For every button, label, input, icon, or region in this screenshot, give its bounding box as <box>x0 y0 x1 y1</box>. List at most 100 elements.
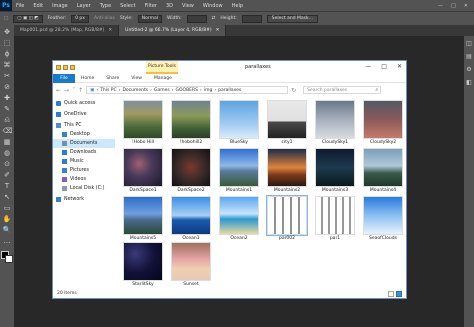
nav-item-music[interactable]: Music <box>53 157 115 166</box>
refresh-icon[interactable]: ↻ <box>291 87 296 94</box>
nav-item-videos[interactable]: Videos <box>53 175 115 184</box>
nav-item-local-disk-c[interactable]: Local Disk (C:) <box>53 184 115 193</box>
menu-view[interactable]: View <box>182 3 194 9</box>
background-color-swatch[interactable] <box>5 255 13 263</box>
tab-manage[interactable]: Manage <box>148 76 178 81</box>
crop-tool-icon[interactable]: ✂ <box>3 72 12 81</box>
minimize-icon[interactable]: — <box>365 63 371 70</box>
style-select[interactable]: Normal <box>137 14 163 23</box>
healing-tool-icon[interactable]: ✚ <box>3 94 12 103</box>
folder-icon[interactable] <box>56 65 61 70</box>
swap-icon[interactable]: ⇄ <box>212 16 216 21</box>
tab-file[interactable]: File <box>53 73 75 83</box>
maximize-icon[interactable]: □ <box>451 3 456 9</box>
brush-tool-icon[interactable]: ✎ <box>3 105 12 114</box>
breadcrumb-this-pc[interactable]: This PC <box>100 88 116 93</box>
file-tile[interactable]: Ocean2 <box>217 196 261 241</box>
rectangle-tool-icon[interactable]: ▭ <box>3 204 12 213</box>
menu-help[interactable]: Help <box>232 3 243 9</box>
path-select-tool-icon[interactable]: ↖ <box>3 193 12 202</box>
panel-icon[interactable]: ▤ <box>466 53 472 60</box>
recent-chevron-icon[interactable]: ˅ <box>72 87 75 94</box>
menu-filter[interactable]: Filter <box>145 3 157 9</box>
tab-untitled-2[interactable]: Untitled-2 @ 66.7% (Layer 4, RGB/8#) ✕ <box>119 25 227 36</box>
close-icon[interactable]: ✕ <box>397 63 402 70</box>
breadcrumb-documents[interactable]: Documents <box>122 88 148 93</box>
color-swatches[interactable] <box>1 251 13 263</box>
large-icons-view-icon[interactable] <box>396 290 402 297</box>
width-input[interactable] <box>186 14 207 23</box>
breadcrumb-games[interactable]: Games <box>154 88 170 93</box>
forward-arrow-icon[interactable]: → <box>64 87 69 94</box>
file-tile[interactable]: StarlitSky <box>121 242 165 287</box>
panel-icon[interactable]: ◧ <box>466 79 472 86</box>
picture-tools-tab[interactable]: Picture Tools <box>146 61 178 74</box>
nav-item-quick-access[interactable]: Quick access <box>53 99 115 108</box>
panel-icon[interactable]: ⚙ <box>466 66 471 73</box>
marquee-tool-icon[interactable]: ⬚ <box>3 39 12 48</box>
file-tile[interactable]: BlueSky <box>217 100 261 145</box>
panel-icon[interactable]: ◫ <box>466 40 472 47</box>
file-tile[interactable]: Ocean1 <box>169 196 213 241</box>
breadcrumb-goobers[interactable]: GOOBERS <box>176 88 199 93</box>
up-arrow-icon[interactable]: ↑ <box>78 87 83 94</box>
feather-input[interactable]: 0 px <box>71 14 89 23</box>
nav-item-pictures[interactable]: Pictures <box>53 166 115 175</box>
nav-item-this-pc[interactable]: This PC <box>53 121 115 130</box>
file-tile[interactable]: Mountains2 <box>265 148 309 193</box>
gradient-tool-icon[interactable]: ▦ <box>3 138 12 147</box>
nav-item-onedrive[interactable]: OneDrive <box>53 110 115 119</box>
height-input[interactable] <box>241 14 262 23</box>
file-tile[interactable]: Mountains1 <box>217 148 261 193</box>
maximize-icon[interactable]: □ <box>381 63 387 70</box>
history-brush-tool-icon[interactable]: ⎌ <box>3 116 12 125</box>
details-view-icon[interactable] <box>388 290 394 297</box>
menu-3d[interactable]: 3D <box>166 3 173 9</box>
file-tile[interactable]: DarkSpace1 <box>121 148 165 193</box>
lasso-tool-icon[interactable]: ϕ <box>3 50 12 59</box>
file-tile[interactable]: SeaofClouds <box>361 196 405 241</box>
file-tile[interactable]: CloudySky2 <box>361 100 405 145</box>
hand-tool-icon[interactable]: ✋ <box>3 215 12 224</box>
file-tile[interactable]: Mountains4 <box>361 148 405 193</box>
file-tile[interactable]: !hobohill2 <box>169 100 213 145</box>
tab-map001[interactable]: Map001.psd @ 28.2% (Map, RGB/8#) ✕ <box>14 25 120 36</box>
menu-file[interactable]: File <box>16 3 24 9</box>
file-tile[interactable]: par002 <box>265 195 309 241</box>
menu-type[interactable]: Type <box>100 3 111 9</box>
tab-close-icon[interactable]: ✕ <box>216 28 220 33</box>
file-tile[interactable]: !Hobo Hill <box>121 100 165 145</box>
close-icon[interactable]: ✕ <box>464 3 468 9</box>
nav-item-network[interactable]: Network <box>53 195 115 204</box>
eyedropper-tool-icon[interactable]: ⊘ <box>3 83 12 92</box>
quick-select-tool-icon[interactable]: ⌘ <box>3 61 12 70</box>
nav-item-documents[interactable]: Documents <box>53 139 115 148</box>
breadcrumb[interactable]: ▣ › This PC › Documents › Games › GOOBER… <box>86 86 289 94</box>
menu-image[interactable]: Image <box>52 3 68 9</box>
menu-edit[interactable]: Edit <box>33 3 43 9</box>
file-tile[interactable]: CloudySky1 <box>313 100 357 145</box>
move-tool-icon[interactable]: ✥ <box>3 28 12 37</box>
selection-mode-buttons[interactable]: ▢ ▣ ◫ ◩ <box>13 14 43 23</box>
file-tile[interactable]: Sunset <box>169 242 213 287</box>
new-folder-icon[interactable] <box>70 65 75 70</box>
blur-tool-icon[interactable]: ◍ <box>3 149 12 158</box>
breadcrumb-img[interactable]: img <box>204 88 213 93</box>
file-tile[interactable]: Mountains5 <box>121 196 165 241</box>
dodge-tool-icon[interactable]: ⊙ <box>3 160 12 169</box>
select-and-mask-button[interactable]: Select and Mask... <box>266 14 318 23</box>
menu-window[interactable]: Window <box>203 3 223 9</box>
zoom-tool-icon[interactable]: 🔍 <box>3 226 12 235</box>
menu-select[interactable]: Select <box>120 3 135 9</box>
file-tile[interactable]: Mountains3 <box>313 148 357 193</box>
menu-layer[interactable]: Layer <box>77 3 91 9</box>
breadcrumb-parallaxes[interactable]: parallaxes <box>218 88 241 93</box>
pen-tool-icon[interactable]: ✐ <box>3 171 12 180</box>
tab-view[interactable]: View <box>125 76 148 81</box>
file-tile[interactable]: par1 <box>313 196 357 241</box>
nav-item-desktop[interactable]: Desktop <box>53 130 115 139</box>
minimize-icon[interactable]: — <box>438 3 443 9</box>
back-arrow-icon[interactable]: ← <box>56 87 61 94</box>
file-tile[interactable]: city1 <box>265 100 309 145</box>
tab-close-icon[interactable]: ✕ <box>108 28 112 33</box>
